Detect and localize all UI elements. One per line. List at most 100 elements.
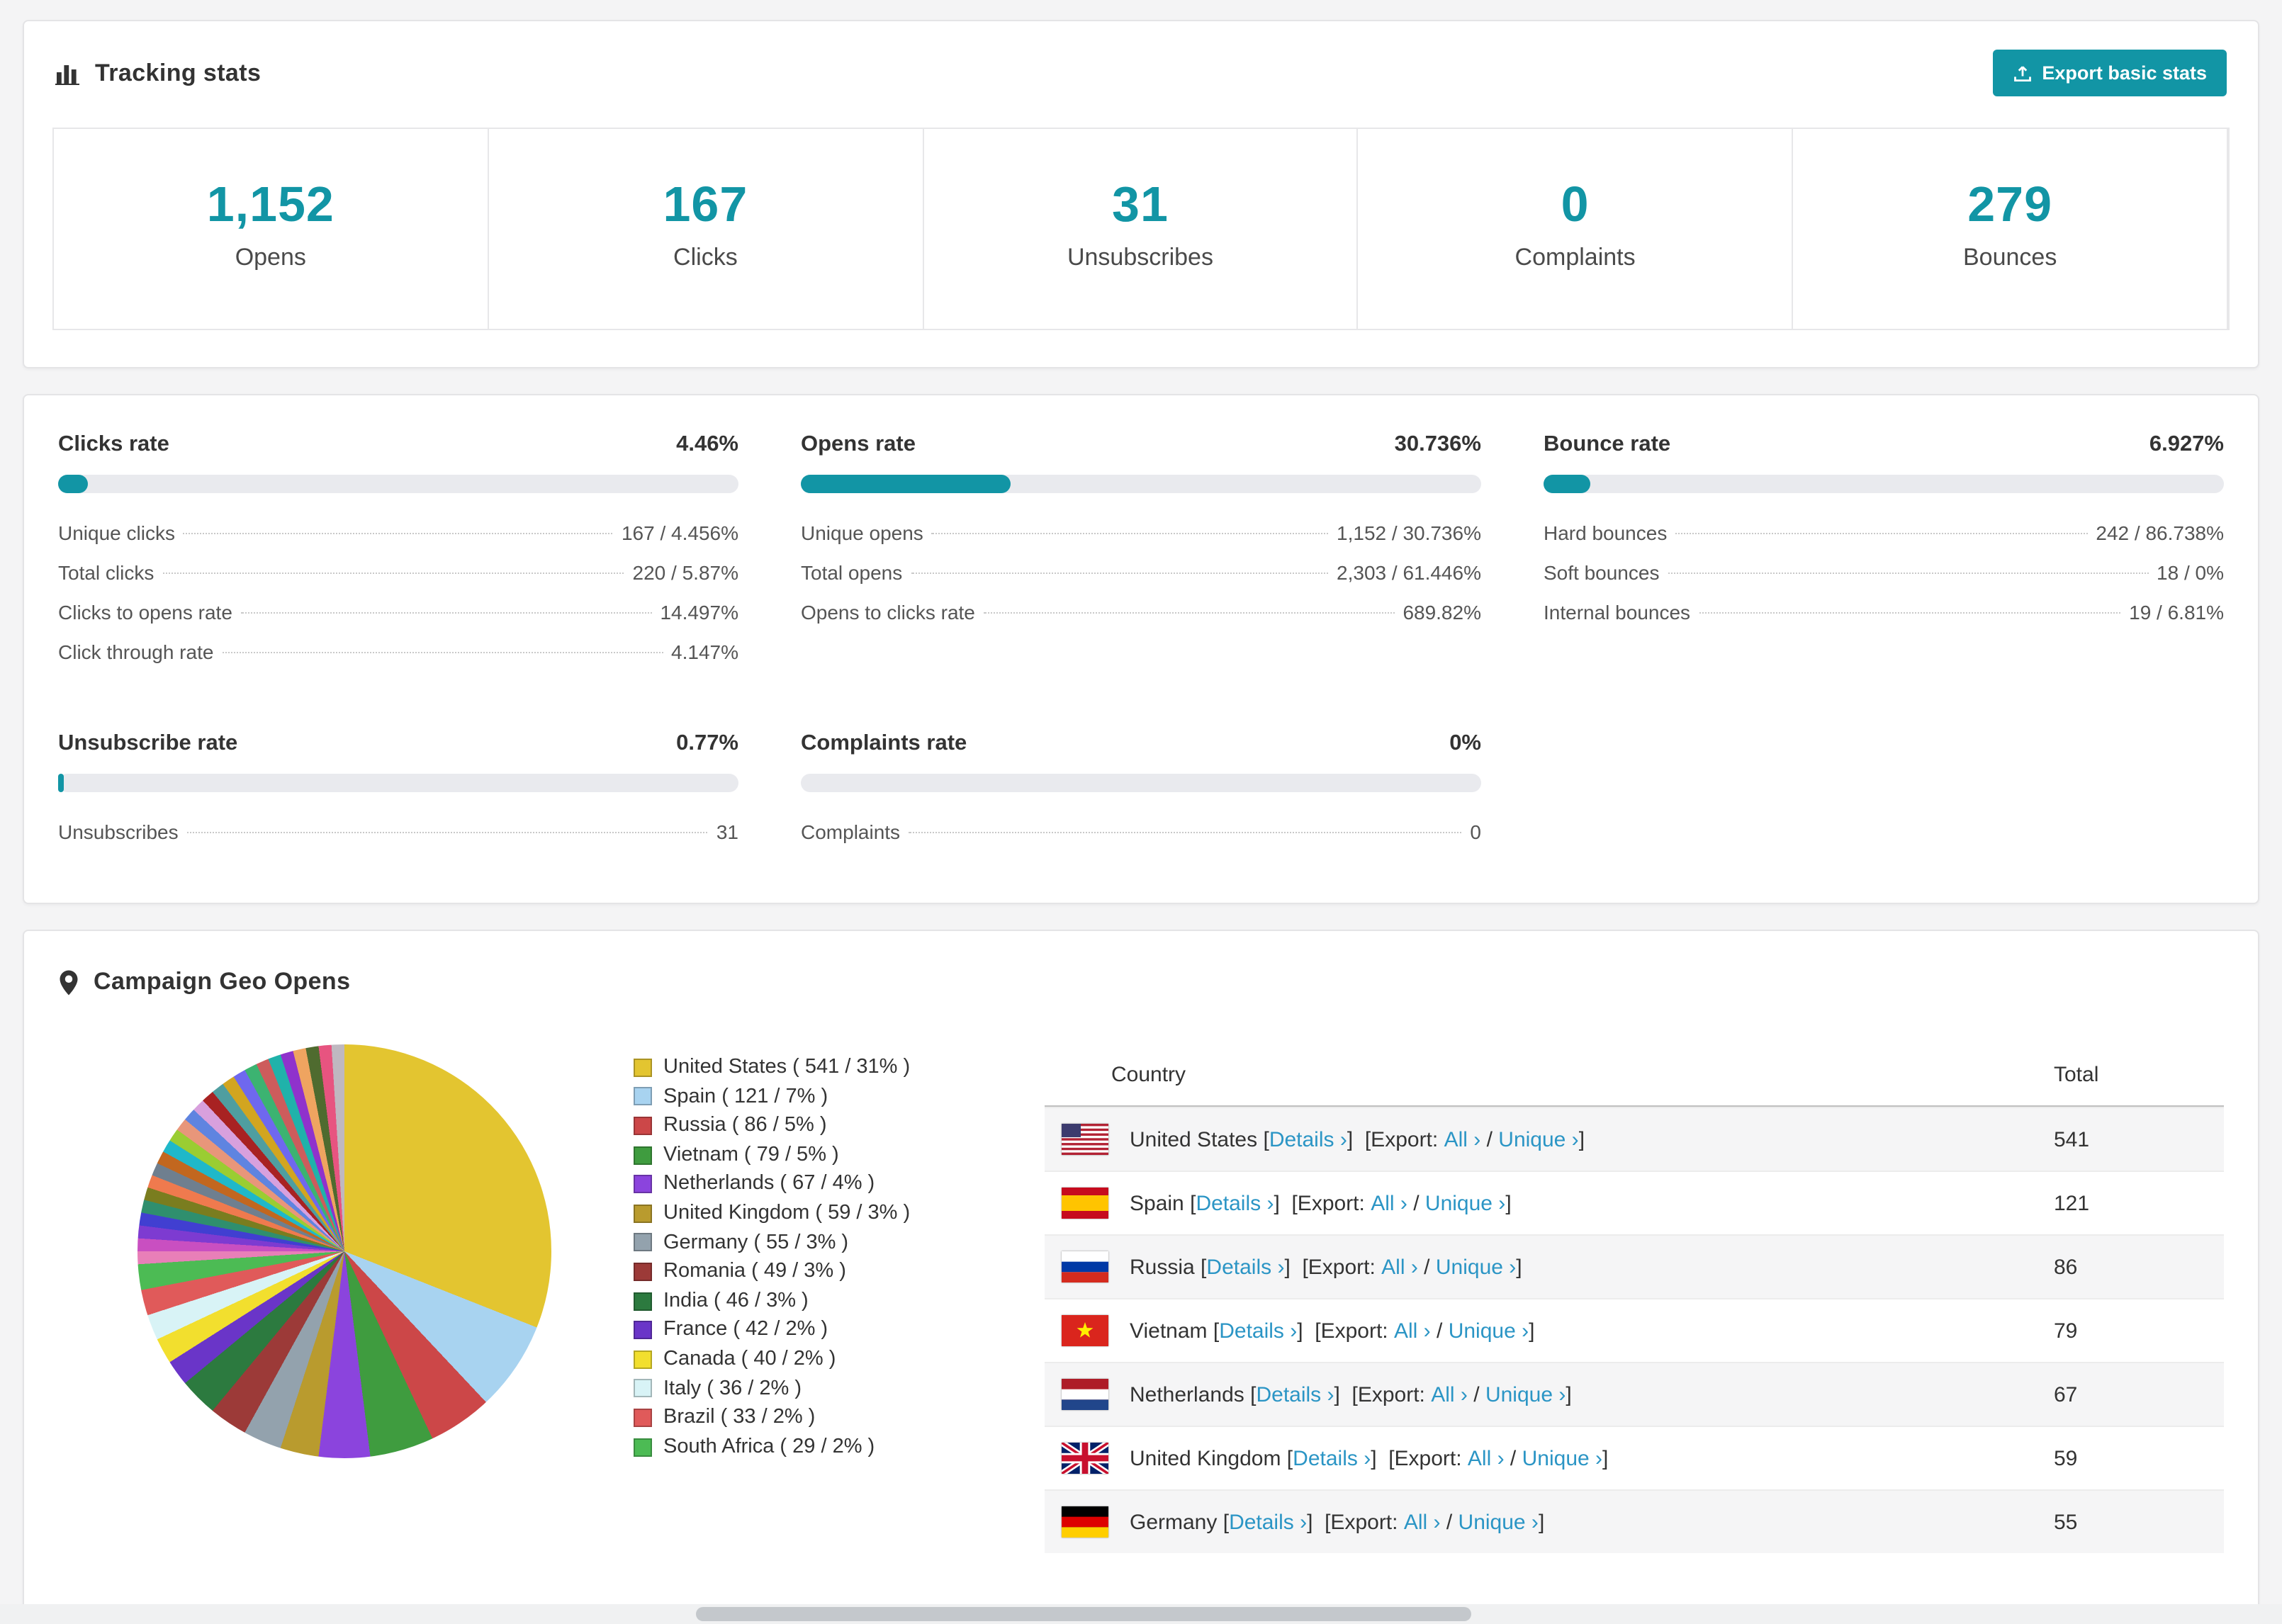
export-unique-link[interactable]: Unique › xyxy=(1498,1127,1578,1151)
dotted-leader xyxy=(186,832,708,833)
map-pin-icon xyxy=(60,969,78,995)
export-all-link[interactable]: All › xyxy=(1444,1127,1481,1151)
export-basic-stats-button[interactable]: Export basic stats xyxy=(1992,50,2227,96)
legend-item[interactable]: United States ( 541 / 31% ) xyxy=(634,1053,988,1082)
export-unique-link[interactable]: Unique › xyxy=(1449,1319,1529,1343)
details-link[interactable]: Details › xyxy=(1269,1127,1347,1151)
dotted-leader xyxy=(909,832,1462,833)
stat-row-label: Hard bounces xyxy=(1544,521,1668,544)
stat-row-label: Click through rate xyxy=(58,641,214,663)
legend-label: India ( 46 / 3% ) xyxy=(663,1289,809,1312)
legend-label: United Kingdom ( 59 / 3% ) xyxy=(663,1201,911,1224)
details-link[interactable]: Details › xyxy=(1229,1510,1307,1534)
stat-label: Bounces xyxy=(1963,244,2057,271)
legend-item[interactable]: France ( 42 / 2% ) xyxy=(634,1316,988,1345)
table-row: Germany [Details ›] [Export: All › / Uni… xyxy=(1045,1489,2224,1553)
legend-item[interactable]: Italy ( 36 / 2% ) xyxy=(634,1374,988,1403)
geo-pie-chart[interactable] xyxy=(137,1044,551,1458)
legend-label: Germany ( 55 / 3% ) xyxy=(663,1231,849,1254)
geo-opens-title: Campaign Geo Opens xyxy=(94,968,351,995)
legend-item[interactable]: South Africa ( 29 / 2% ) xyxy=(634,1432,988,1461)
legend-item[interactable]: Canada ( 40 / 2% ) xyxy=(634,1345,988,1374)
export-unique-link[interactable]: Unique › xyxy=(1425,1191,1505,1215)
stat-row-label: Internal bounces xyxy=(1544,601,1691,624)
stat-row-value: 689.82% xyxy=(1403,601,1481,624)
details-link[interactable]: Details › xyxy=(1206,1255,1284,1279)
legend-label: South Africa ( 29 / 2% ) xyxy=(663,1435,875,1458)
country-total: 55 xyxy=(2054,1510,2078,1534)
dotted-leader xyxy=(162,573,624,574)
progress-track xyxy=(801,475,1481,493)
rate-stat-row: Unique opens 1,152 / 30.736% xyxy=(801,513,1481,553)
stat-row-value: 220 / 5.87% xyxy=(632,561,738,584)
country-flag-icon xyxy=(1062,1443,1108,1474)
export-all-link[interactable]: All › xyxy=(1468,1446,1505,1470)
stat-label: Unsubscribes xyxy=(1067,244,1213,271)
tracking-stats-title: Tracking stats xyxy=(95,59,262,86)
export-unique-link[interactable]: Unique › xyxy=(1436,1255,1516,1279)
legend-item[interactable]: Romania ( 49 / 3% ) xyxy=(634,1257,988,1286)
bounce-rate-block: Bounce rate 6.927% Hard bounces 242 / 86… xyxy=(1544,432,2224,672)
horizontal-scrollbar-thumb[interactable] xyxy=(696,1607,1472,1621)
stat-row-value: 4.147% xyxy=(671,641,738,663)
rate-title: Complaints rate xyxy=(801,731,967,755)
legend-item[interactable]: Vietnam ( 79 / 5% ) xyxy=(634,1141,988,1170)
country-flag-icon xyxy=(1062,1124,1108,1155)
export-all-link[interactable]: All › xyxy=(1431,1382,1468,1406)
legend-item[interactable]: United Kingdom ( 59 / 3% ) xyxy=(634,1199,988,1228)
export-unique-link[interactable]: Unique › xyxy=(1485,1382,1566,1406)
stat-row-value: 0 xyxy=(1470,821,1481,843)
legend-color-swatch xyxy=(634,1379,652,1398)
stat-value: 1,152 xyxy=(206,177,335,232)
export-all-link[interactable]: All › xyxy=(1381,1255,1418,1279)
dotted-leader xyxy=(183,533,613,534)
stat-cell: 31 Unsubscribes xyxy=(923,129,1359,329)
progress-fill xyxy=(58,774,64,792)
country-total: 67 xyxy=(2054,1382,2078,1406)
stat-row-label: Total opens xyxy=(801,561,903,584)
legend-color-swatch xyxy=(634,1292,652,1311)
geo-pie-legend: United States ( 541 / 31% ) Spain ( 121 … xyxy=(634,1044,988,1462)
geo-countries-table: Country Total United States [Details ›] … xyxy=(1045,1044,2224,1553)
stat-row-value: 18 / 0% xyxy=(2157,561,2224,584)
details-link[interactable]: Details › xyxy=(1196,1191,1274,1215)
legend-item[interactable]: Spain ( 121 / 7% ) xyxy=(634,1082,988,1111)
rate-stat-row: Unique clicks 167 / 4.456% xyxy=(58,513,738,553)
legend-item[interactable]: India ( 46 / 3% ) xyxy=(634,1287,988,1316)
export-unique-link[interactable]: Unique › xyxy=(1458,1510,1539,1534)
table-row: Vietnam [Details ›] [Export: All › / Uni… xyxy=(1045,1298,2224,1362)
legend-color-swatch xyxy=(634,1058,652,1077)
horizontal-scrollbar-track[interactable] xyxy=(0,1604,2282,1624)
stat-label: Clicks xyxy=(673,244,738,271)
export-all-link[interactable]: All › xyxy=(1404,1510,1441,1534)
stat-value: 279 xyxy=(1967,177,2053,232)
rate-percent: 0.77% xyxy=(676,731,738,755)
details-link[interactable]: Details › xyxy=(1256,1382,1334,1406)
legend-color-swatch xyxy=(634,1262,652,1281)
stat-row-value: 1,152 / 30.736% xyxy=(1337,521,1481,544)
legend-item[interactable]: Russia ( 86 / 5% ) xyxy=(634,1111,988,1140)
stat-row-label: Clicks to opens rate xyxy=(58,601,232,624)
legend-color-swatch xyxy=(634,1204,652,1223)
details-link[interactable]: Details › xyxy=(1219,1319,1297,1343)
country-total: 86 xyxy=(2054,1255,2078,1279)
country-flag-icon xyxy=(1062,1315,1108,1346)
progress-track xyxy=(1544,475,2224,493)
legend-item[interactable]: Germany ( 55 / 3% ) xyxy=(634,1228,988,1257)
export-unique-link[interactable]: Unique › xyxy=(1522,1446,1602,1470)
bar-chart-icon xyxy=(55,64,79,84)
country-total: 79 xyxy=(2054,1319,2078,1343)
details-link[interactable]: Details › xyxy=(1293,1446,1371,1470)
legend-item[interactable]: Netherlands ( 67 / 4% ) xyxy=(634,1170,988,1199)
export-all-link[interactable]: All › xyxy=(1371,1191,1407,1215)
legend-color-swatch xyxy=(634,1438,652,1457)
legend-label: Canada ( 40 / 2% ) xyxy=(663,1347,836,1370)
clicks-rate-block: Clicks rate 4.46% Unique clicks 167 / 4.… xyxy=(58,432,738,672)
table-row: United States [Details ›] [Export: All ›… xyxy=(1045,1107,2224,1171)
legend-item[interactable]: Brazil ( 33 / 2% ) xyxy=(634,1403,988,1432)
table-row: Russia [Details ›] [Export: All › / Uniq… xyxy=(1045,1234,2224,1298)
export-all-link[interactable]: All › xyxy=(1394,1319,1431,1343)
page: Tracking stats Export basic stats 1,152 … xyxy=(0,0,2282,1624)
rate-stat-row: Soft bounces 18 / 0% xyxy=(1544,553,2224,592)
country-flag-icon xyxy=(1062,1506,1108,1538)
